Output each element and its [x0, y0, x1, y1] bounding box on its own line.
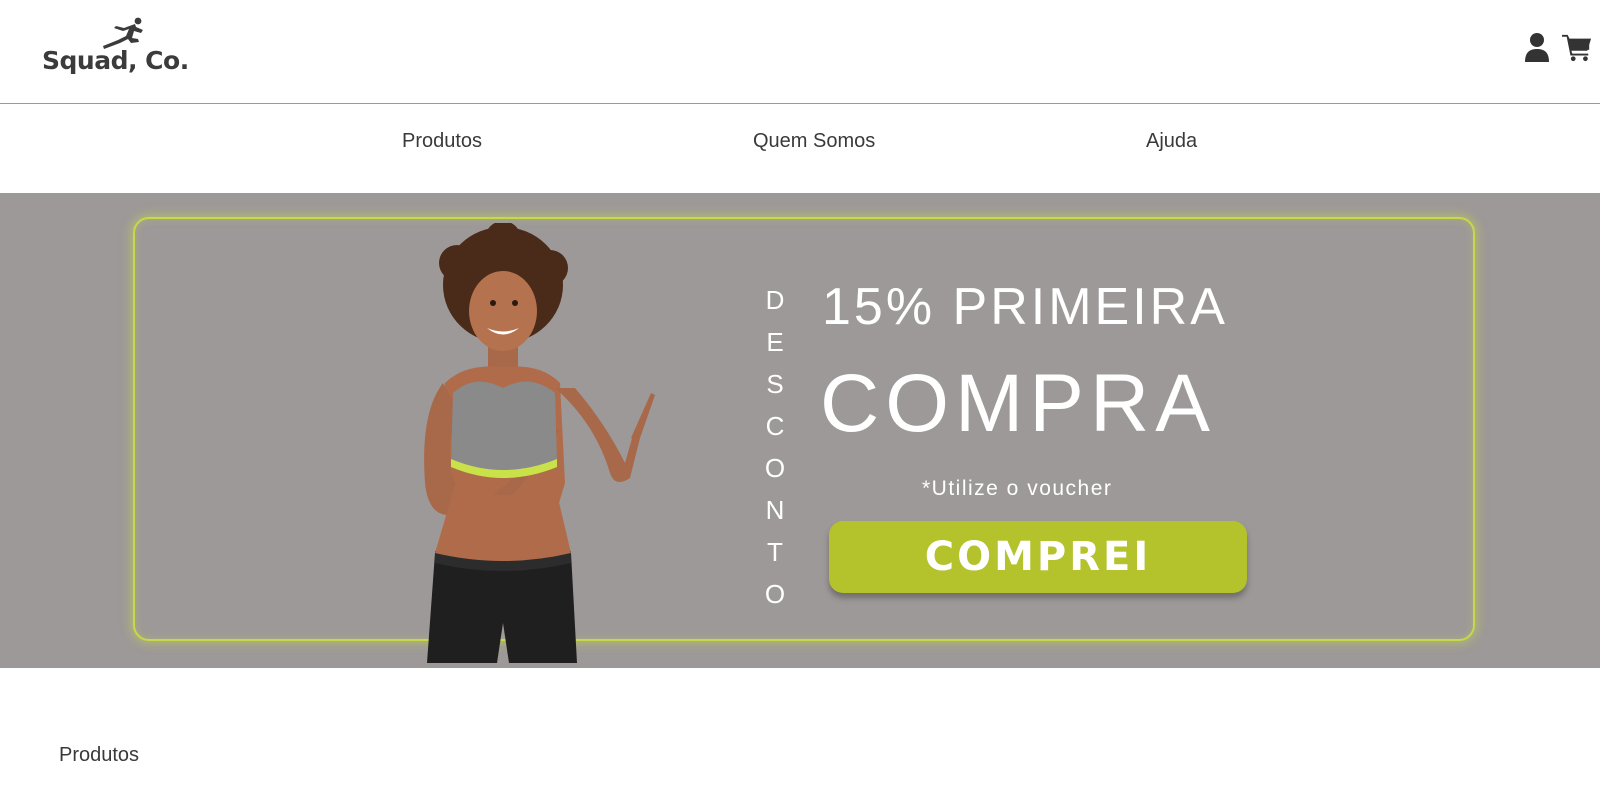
- brand-name: Squad, Co.: [42, 46, 189, 75]
- vertical-letter: E: [766, 327, 784, 357]
- vertical-letter: N: [765, 495, 785, 525]
- cart-icon[interactable]: [1562, 30, 1592, 64]
- promo-headline-1: 15% PRIMEIRA: [822, 278, 1228, 336]
- nav-item-ajuda[interactable]: Ajuda: [1146, 130, 1197, 153]
- vertical-letter: O: [764, 579, 786, 609]
- banner-glow-frame: [133, 217, 1475, 641]
- main-nav: Produtos Quem Somos Ajuda: [0, 104, 1600, 193]
- nav-item-quem-somos[interactable]: Quem Somos: [753, 130, 875, 153]
- brand-logo[interactable]: Squad, Co.: [42, 16, 192, 82]
- promo-headline-2: COMPRA: [820, 358, 1216, 449]
- products-section-title: Produtos: [59, 744, 140, 766]
- nav-item-produtos[interactable]: Produtos: [402, 130, 482, 153]
- vertical-letter: C: [765, 411, 785, 441]
- vertical-letter: O: [764, 453, 786, 483]
- comprei-button[interactable]: COMPREI: [829, 521, 1247, 593]
- promo-banner: D E S C O N T O 15% PRIMEIRA COMPRA *Uti…: [0, 193, 1600, 668]
- header-actions: [1522, 30, 1592, 64]
- runner-logo-icon: [103, 17, 143, 49]
- site-header: Squad, Co.: [0, 0, 1600, 104]
- vertical-letter: S: [766, 369, 784, 399]
- model-image: [424, 223, 655, 663]
- user-icon[interactable]: [1522, 30, 1552, 64]
- promo-voucher-note: *Utilize o voucher: [922, 477, 1113, 500]
- vertical-desconto-label: D E S C O N T O: [762, 279, 788, 615]
- vertical-letter: T: [767, 537, 783, 567]
- vertical-letter: D: [765, 285, 785, 315]
